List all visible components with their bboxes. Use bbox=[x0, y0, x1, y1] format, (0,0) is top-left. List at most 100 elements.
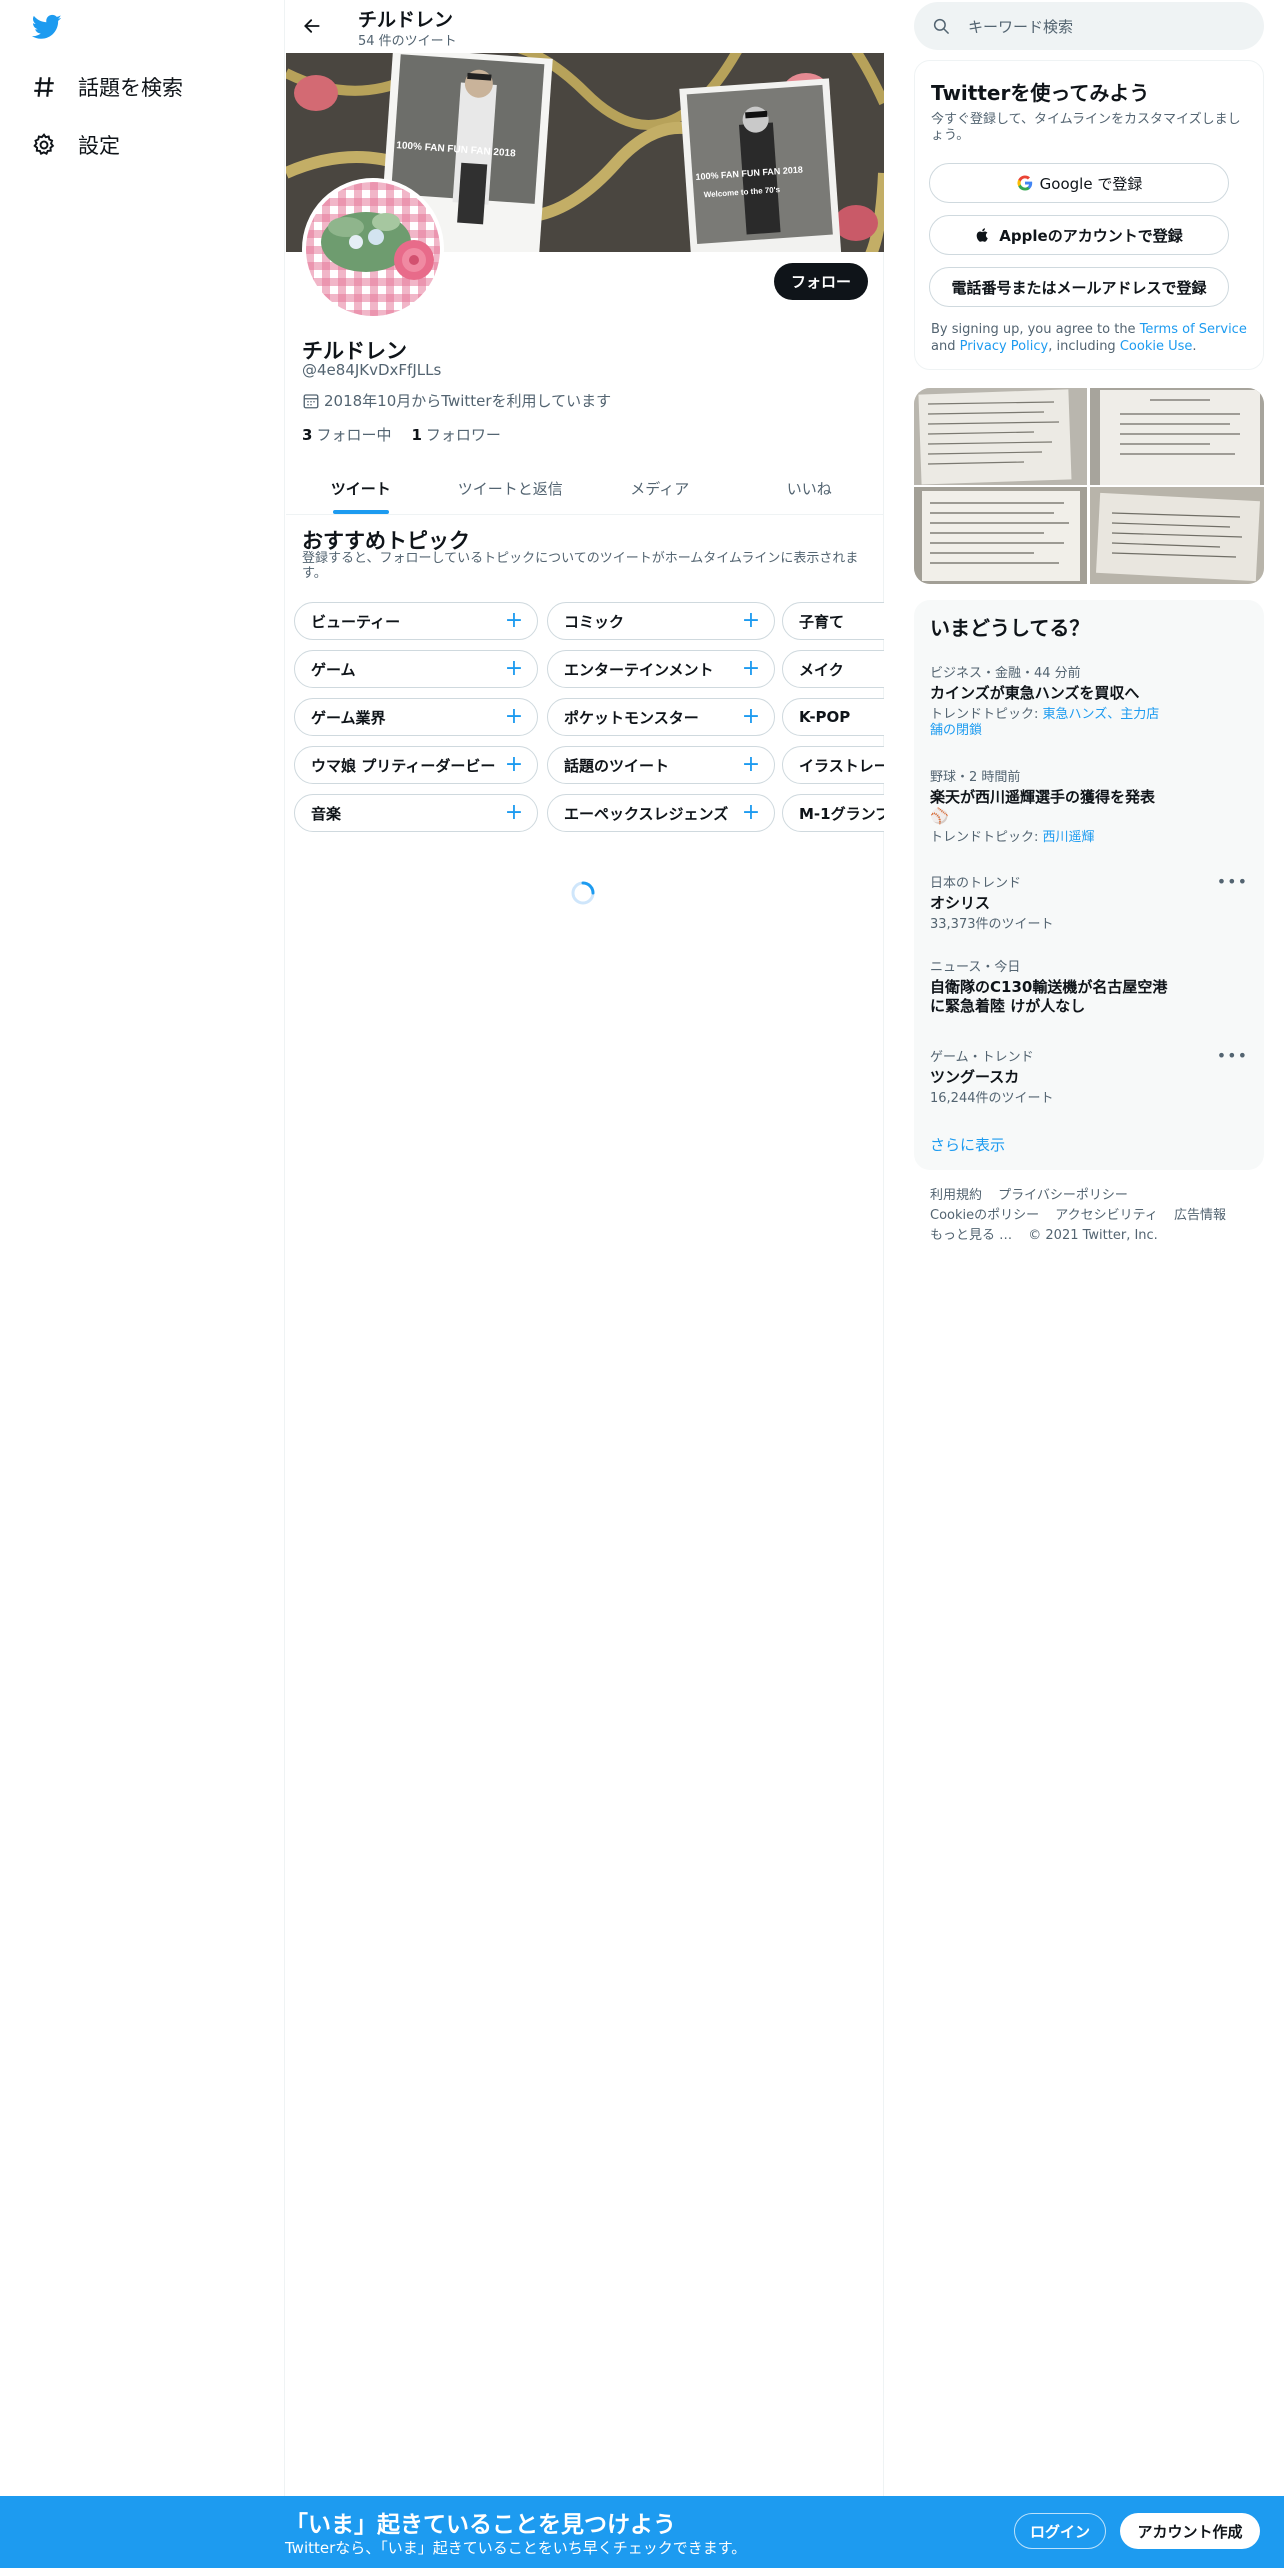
topic-chip[interactable]: エーペックスレジェンズ + bbox=[547, 794, 775, 832]
topic-chip[interactable]: M-1グランプ bbox=[782, 794, 884, 832]
trends-card: いまどうしてる？ ビジネス・金融・44 分前 カインズが東急ハンズを買収へ トレ… bbox=[914, 600, 1264, 1170]
search-placeholder: キーワード検索 bbox=[968, 17, 1074, 36]
topic-chip[interactable]: コミック + bbox=[547, 602, 775, 640]
profile-handle: @4e84JKvDxFfJLLs bbox=[302, 361, 442, 379]
topic-chip[interactable]: 話題のツイート + bbox=[547, 746, 775, 784]
plus-icon[interactable]: + bbox=[740, 754, 762, 776]
media-grid bbox=[914, 388, 1264, 584]
topic-chip-label: ポケットモンスター bbox=[564, 708, 699, 727]
google-icon bbox=[1016, 174, 1034, 192]
more-options-icon[interactable]: ••• bbox=[1217, 1046, 1248, 1065]
follow-button[interactable]: フォロー bbox=[774, 263, 868, 300]
topic-chip[interactable]: ビューティー + bbox=[294, 602, 538, 640]
trend-meta: ニュース・今日 bbox=[930, 960, 1021, 975]
login-button[interactable]: ログイン bbox=[1014, 2513, 1106, 2549]
media-thumbnail[interactable] bbox=[1090, 487, 1264, 584]
topic-chip[interactable]: 子育て bbox=[782, 602, 884, 640]
terms-text: By signing up, you agree to the bbox=[931, 322, 1136, 337]
footer-link[interactable]: もっと見る … bbox=[930, 1228, 1012, 1243]
trend-item[interactable]: ゲーム・トレンド ツングースカ 16,244件のツイート ••• bbox=[930, 1046, 1248, 1107]
cookie-use-link[interactable]: Cookie Use bbox=[1120, 339, 1193, 354]
topic-chip-label: エーペックスレジェンズ bbox=[564, 804, 729, 823]
left-nav: 話題を検索 設定 bbox=[0, 0, 285, 2568]
signup-subtitle: 今すぐ登録して、タイムラインをカスタマイズしましょう。 bbox=[931, 112, 1241, 143]
following-link[interactable]: 3 フォロー中 bbox=[302, 424, 391, 445]
plus-icon[interactable]: + bbox=[740, 706, 762, 728]
trend-extra: 33,373件のツイート bbox=[930, 917, 1054, 932]
media-thumbnail[interactable] bbox=[914, 487, 1087, 584]
topic-chip-label: K-POP bbox=[799, 708, 851, 726]
more-options-icon[interactable]: ••• bbox=[1217, 872, 1248, 891]
trend-item[interactable]: ニュース・今日 自衛隊のC130輸送機が名古屋空港に緊急着陸 けが人なし bbox=[930, 956, 1248, 1016]
phone-email-signup-button[interactable]: 電話番号またはメールアドレスで登録 bbox=[929, 267, 1229, 307]
search-icon bbox=[933, 18, 949, 34]
tab-media[interactable]: メディア bbox=[585, 463, 735, 514]
plus-icon[interactable]: + bbox=[740, 802, 762, 824]
topic-chip[interactable]: ゲーム + bbox=[294, 650, 538, 688]
trend-meta: ゲーム・トレンド bbox=[930, 1050, 1034, 1065]
tab-likes[interactable]: いいね bbox=[735, 463, 885, 514]
topic-chip-label: エンターテインメント bbox=[564, 660, 714, 679]
trend-item[interactable]: 野球・2 時間前 楽天が西川遥輝選手の獲得を発表 ⚾ トレンドトピック: 西川遥… bbox=[930, 766, 1248, 846]
media-thumbnail[interactable] bbox=[1090, 388, 1264, 485]
footer-link[interactable]: プライバシーポリシー bbox=[998, 1188, 1128, 1203]
topic-chip[interactable]: 音楽 + bbox=[294, 794, 538, 832]
topic-chip-label: 子育て bbox=[799, 612, 845, 631]
tab-tweets[interactable]: ツイート bbox=[286, 463, 436, 514]
terms-text: , including bbox=[1048, 339, 1116, 354]
plus-icon[interactable]: + bbox=[740, 610, 762, 632]
media-thumbnail[interactable] bbox=[914, 388, 1087, 485]
topic-chip[interactable]: K-POP bbox=[782, 698, 884, 736]
gear-icon bbox=[24, 125, 64, 165]
topic-chips: ビューティー + コミック + 子育て ゲーム + エンターテインメント + メイク ゲ… bbox=[294, 602, 884, 842]
plus-icon[interactable]: + bbox=[503, 754, 525, 776]
tab-tweets-replies[interactable]: ツイートと返信 bbox=[436, 463, 586, 514]
google-signup-button[interactable]: Google で登録 bbox=[929, 163, 1229, 203]
back-button[interactable] bbox=[294, 8, 330, 44]
plus-icon[interactable]: + bbox=[503, 658, 525, 680]
apple-signup-button[interactable]: Appleのアカウントで登録 bbox=[929, 215, 1229, 255]
apple-icon bbox=[975, 226, 993, 244]
profile-stats: 3 フォロー中 1 フォロワー bbox=[302, 424, 521, 445]
nav-explore-label: 話題を検索 bbox=[78, 76, 183, 100]
topic-chip[interactable]: イラストレー bbox=[782, 746, 884, 784]
trend-meta: 野球・2 時間前 bbox=[930, 770, 1021, 785]
search-input[interactable]: キーワード検索 bbox=[914, 2, 1264, 50]
header-tweet-count: 54 件のツイート bbox=[358, 34, 457, 49]
twitter-logo-icon[interactable] bbox=[30, 12, 66, 44]
plus-icon[interactable]: + bbox=[740, 658, 762, 680]
footer-link[interactable]: 広告情報 bbox=[1174, 1208, 1226, 1223]
topic-chip[interactable]: ウマ娘 プリティーダービー + bbox=[294, 746, 538, 784]
plus-icon[interactable]: + bbox=[503, 802, 525, 824]
bottom-bar-title: 「いま」起きていることを見つけよう bbox=[285, 2512, 676, 2538]
avatar[interactable] bbox=[302, 178, 444, 320]
footer-link[interactable]: アクセシビリティ bbox=[1055, 1208, 1158, 1223]
footer-links: 利用規約 プライバシーポリシー Cookieのポリシー アクセシビリティ 広告情… bbox=[930, 1186, 1250, 1246]
topic-chip[interactable]: ポケットモンスター + bbox=[547, 698, 775, 736]
profile-tabs: ツイート ツイートと返信 メディア いいね bbox=[286, 463, 884, 515]
trend-item[interactable]: ビジネス・金融・44 分前 カインズが東急ハンズを買収へ トレンドトピック: 東… bbox=[930, 662, 1248, 739]
plus-icon[interactable]: + bbox=[503, 610, 525, 632]
followers-link[interactable]: 1 フォロワー bbox=[411, 424, 500, 445]
create-account-button[interactable]: アカウント作成 bbox=[1120, 2513, 1260, 2549]
trend-item[interactable]: 日本のトレンド オシリス 33,373件のツイート ••• bbox=[930, 872, 1248, 933]
nav-settings[interactable]: 設定 bbox=[24, 120, 264, 170]
topic-chip-label: ビューティー bbox=[311, 612, 401, 631]
topic-chip[interactable]: メイク bbox=[782, 650, 884, 688]
show-more-link[interactable]: さらに表示 bbox=[930, 1134, 1005, 1155]
trend-name: ツングースカ bbox=[930, 1068, 1020, 1086]
terms-of-service-link[interactable]: Terms of Service bbox=[1140, 322, 1247, 337]
topic-chip[interactable]: エンターテインメント + bbox=[547, 650, 775, 688]
nav-explore[interactable]: 話題を検索 bbox=[24, 62, 264, 112]
signup-title: Twitterを使ってみよう bbox=[931, 81, 1150, 105]
footer-link[interactable]: Cookieのポリシー bbox=[930, 1208, 1039, 1223]
plus-icon[interactable]: + bbox=[503, 706, 525, 728]
topic-chip[interactable]: ゲーム業界 + bbox=[294, 698, 538, 736]
privacy-policy-link[interactable]: Privacy Policy bbox=[960, 339, 1049, 354]
trend-topic-link[interactable]: 西川遥輝 bbox=[1043, 830, 1095, 845]
trend-meta: 日本のトレンド bbox=[930, 876, 1022, 891]
topic-chip-label: ゲーム業界 bbox=[311, 708, 386, 727]
bottom-bar-subtitle: Twitterなら、「いま」起きていることをいち早くチェックできます。 bbox=[285, 2539, 747, 2557]
footer-link[interactable]: 利用規約 bbox=[930, 1188, 982, 1203]
following-count: 3 bbox=[302, 426, 313, 444]
